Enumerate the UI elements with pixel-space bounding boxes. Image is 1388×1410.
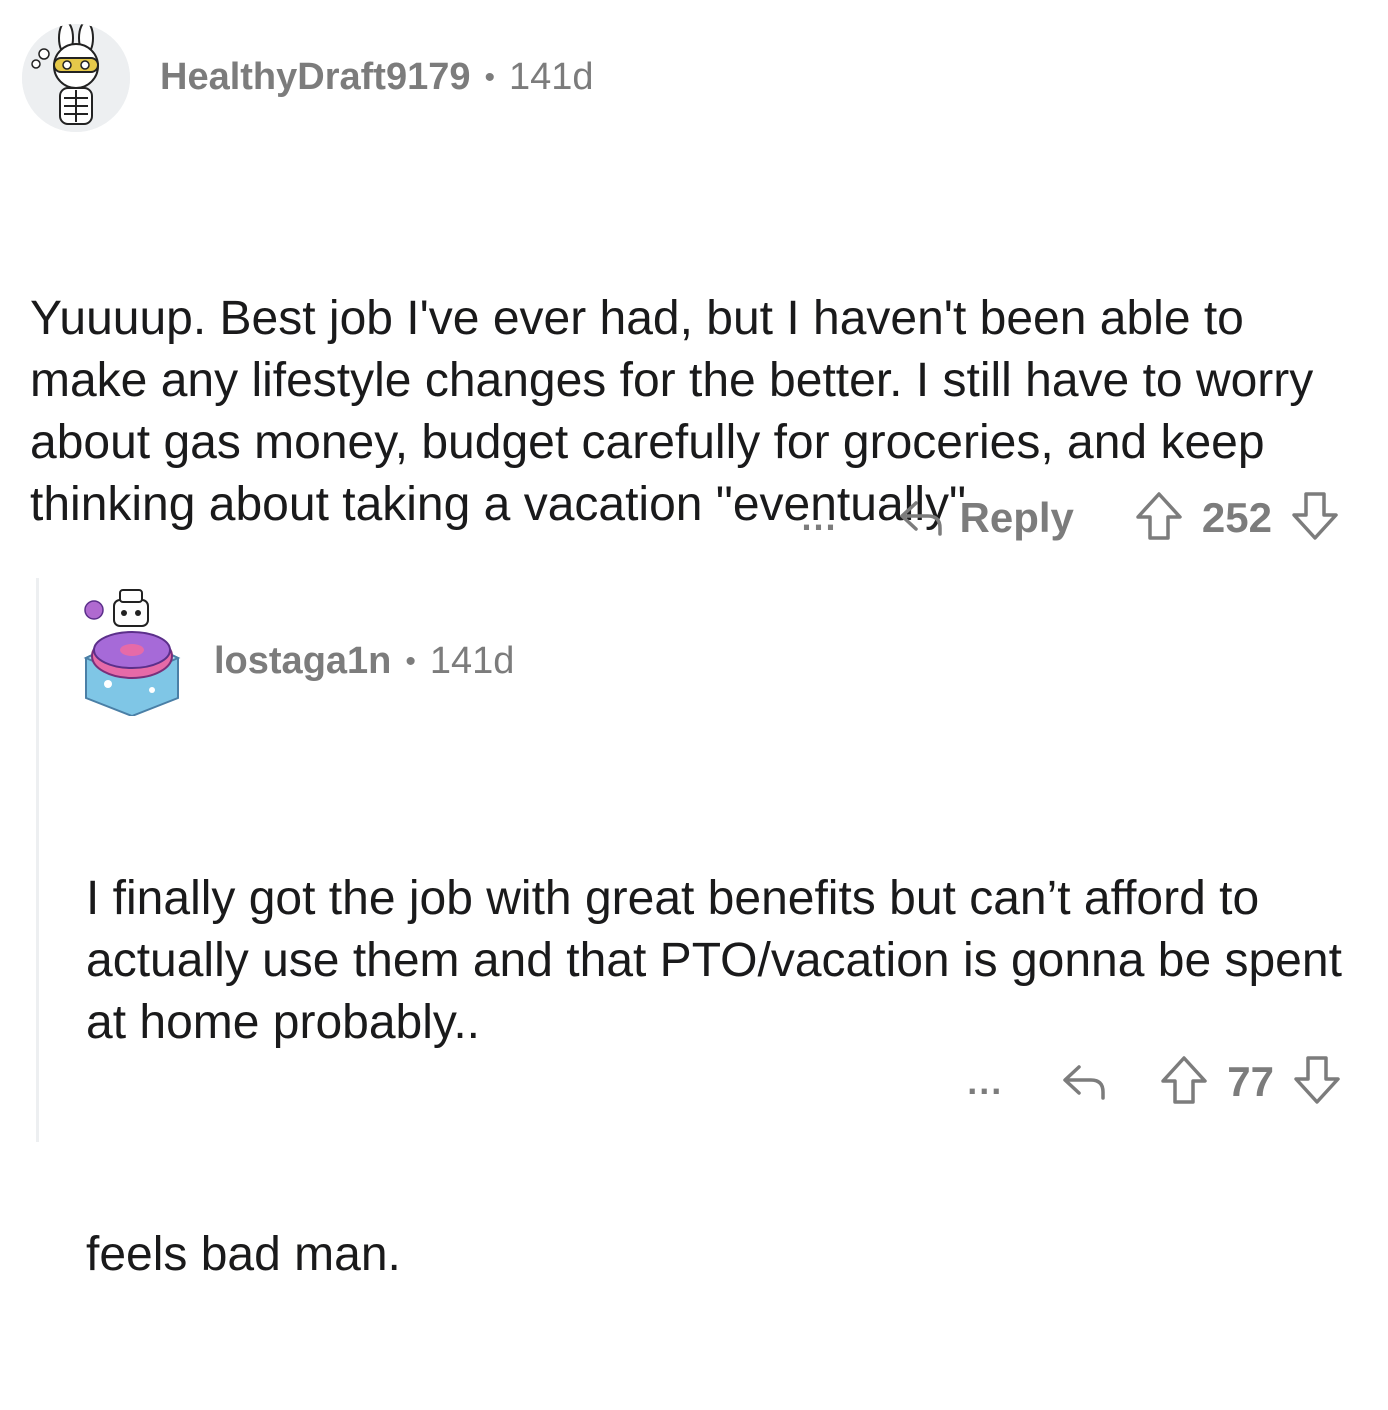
donut-cube-avatar-icon — [83, 589, 181, 718]
downvote-button[interactable] — [1292, 1054, 1342, 1111]
comment-body: Yuuuup. Best job I've ever had, but I ha… — [30, 164, 1360, 660]
upvote-arrow-icon — [1136, 491, 1182, 540]
username-link[interactable]: HealthyDraft9179 — [160, 56, 470, 99]
reply-button[interactable]: Reply — [896, 494, 1074, 542]
user-avatar[interactable] — [22, 24, 130, 132]
upvote-arrow-icon — [1161, 1055, 1208, 1104]
downvote-arrow-icon — [1294, 1055, 1340, 1104]
thread-line[interactable] — [36, 578, 39, 1142]
bunny-skeleton-avatar-icon — [22, 24, 130, 132]
vote-score: 252 — [1201, 494, 1272, 541]
reply-arrow-icon — [899, 501, 942, 536]
user-avatar[interactable] — [82, 586, 182, 718]
more-options-button[interactable]: ... — [967, 1064, 1003, 1100]
username-link[interactable]: lostaga1n — [214, 640, 391, 683]
meta-separator: • — [405, 644, 416, 678]
meta-separator: • — [484, 60, 495, 94]
comment-age: 141d — [509, 56, 594, 98]
more-options-button[interactable]: ... — [802, 500, 838, 536]
vote-score: 77 — [1227, 1058, 1274, 1105]
upvote-button[interactable] — [1134, 490, 1184, 547]
comment-paragraph: feels bad man. — [86, 1228, 401, 1281]
comment-actions: ... 77 — [967, 1052, 1342, 1112]
reply-label: Reply — [959, 494, 1074, 541]
reply-button[interactable] — [1059, 1061, 1109, 1103]
comment-meta: lostaga1n • 141d — [214, 640, 514, 683]
comment-actions: ... Reply 252 — [802, 488, 1340, 548]
comment-age: 141d — [429, 640, 515, 682]
comment-paragraph: I finally got the job with great benefit… — [86, 872, 1356, 1049]
upvote-button[interactable] — [1159, 1054, 1209, 1111]
downvote-arrow-icon — [1292, 491, 1338, 540]
comment-meta: HealthyDraft9179 • 141d — [160, 56, 594, 99]
downvote-button[interactable] — [1290, 490, 1340, 547]
reply-arrow-icon — [1063, 1065, 1106, 1100]
